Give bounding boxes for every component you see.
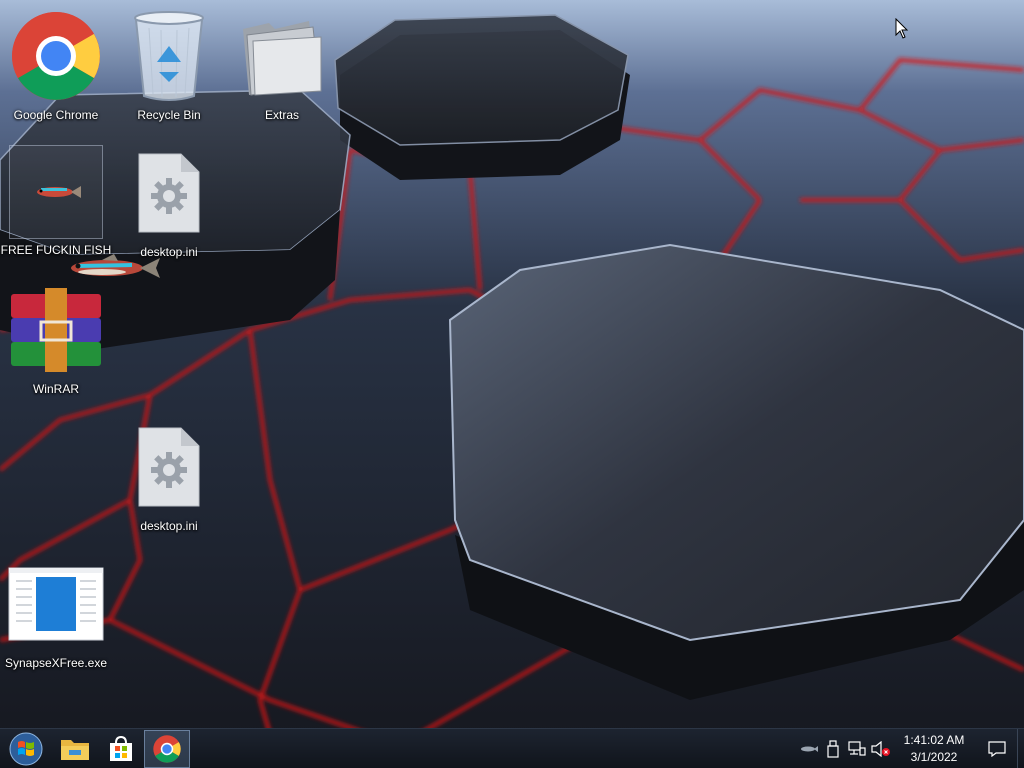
application-icon [8,556,104,652]
mouse-cursor-icon [895,18,909,39]
taskbar-chrome-button[interactable] [144,730,190,768]
desktop-icon-label: desktop.ini [140,519,198,533]
taskbar: 1:41:02 AM 3/1/2022 [0,728,1024,768]
desktop-icon-label: Recycle Bin [137,108,201,122]
desktop-icon-desktop-ini-1[interactable]: desktop.ini [119,145,219,259]
clock-date: 3/1/2022 [910,750,958,764]
start-button[interactable] [0,730,52,768]
taskbar-file-explorer-button[interactable] [52,730,98,768]
clock-time: 1:41:02 AM [903,733,965,747]
desktop-icon-label: desktop.ini [140,245,198,259]
system-tray: 1:41:02 AM 3/1/2022 [797,729,1024,768]
desktop-icon-extras[interactable]: Extras [232,8,332,122]
settings-file-icon [121,419,217,515]
desktop-icon-label: WinRAR [32,382,79,396]
desktop-icon-desktop-ini-2[interactable]: desktop.ini [119,419,219,533]
network-icon[interactable] [845,729,869,768]
desktop-icon-free-fish[interactable]: FREE FUCKIN FISH [1,145,111,257]
fish-icon [9,145,103,239]
windows-logo-icon [9,732,43,766]
action-center-button[interactable] [977,729,1017,768]
desktop-icon-winrar[interactable]: WinRAR [6,282,106,396]
taskbar-clock[interactable]: 1:41:02 AM 3/1/2022 [899,729,969,768]
settings-file-icon [121,145,217,241]
folder-icon [234,8,330,104]
notification-icon [988,741,1006,757]
folder-icon [61,740,89,760]
chrome-icon [153,735,181,763]
store-icon [110,735,132,761]
desktop-icon-label: Google Chrome [13,108,99,122]
desktop-icon-label: SynapseXFree.exe [4,656,108,670]
fish-tray-icon[interactable] [797,729,821,768]
show-desktop-button[interactable] [1017,729,1024,768]
taskbar-store-button[interactable] [98,730,144,768]
desktop-icon-synapsexfree[interactable]: SynapseXFree.exe [4,556,108,670]
desktop-icon-google-chrome[interactable]: Google Chrome [6,8,106,122]
volume-muted-icon[interactable] [869,729,893,768]
desktop-icon-label: Extras [264,108,299,122]
usb-icon[interactable] [821,729,845,768]
chrome-icon [8,8,104,104]
desktop-icon-recycle-bin[interactable]: Recycle Bin [119,8,219,122]
recycle-bin-icon [121,8,217,104]
winrar-icon [8,282,104,378]
desktop[interactable]: Google Chrome Recycle Bin Extras FREE FU… [0,0,1024,768]
